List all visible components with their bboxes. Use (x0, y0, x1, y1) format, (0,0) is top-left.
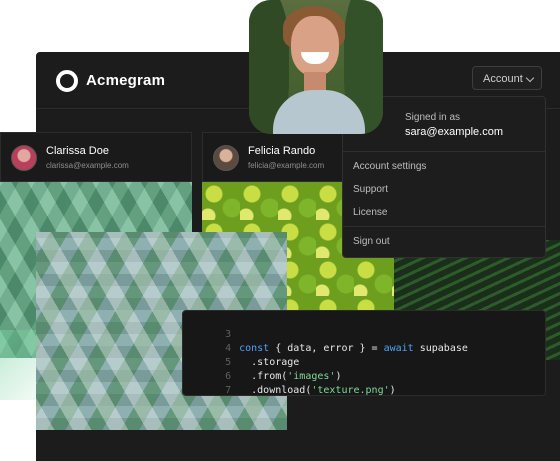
menu-divider (343, 151, 545, 152)
code-line: 5 .storage (183, 342, 299, 368)
code-text: ) (389, 385, 396, 396)
code-line: 4 const { data, error } = await supabase (183, 328, 468, 354)
user-card[interactable]: Clarissa Doe clarissa@example.com (0, 132, 192, 182)
menu-item-sign-out[interactable]: Sign out (353, 236, 390, 247)
user-email: felicia@example.com (248, 161, 325, 170)
signed-in-email: sara@example.com (405, 126, 503, 138)
menu-item-license[interactable]: License (353, 207, 387, 218)
menu-item-support[interactable]: Support (353, 184, 388, 195)
chevron-down-icon (525, 73, 535, 83)
avatar (213, 145, 239, 171)
code-string: 'texture.png' (311, 385, 390, 396)
code-keyword: await (383, 343, 414, 354)
user-email: clarissa@example.com (46, 161, 129, 170)
profile-photo (249, 0, 383, 134)
user-name: Clarissa Doe (46, 145, 109, 157)
user-name: Felicia Rando (248, 145, 316, 157)
code-line: 6 .from('images') (183, 356, 341, 382)
app-title: Acmegram (86, 72, 166, 89)
avatar (11, 145, 37, 171)
code-snippet: 3 4 const { data, error } = await supabas… (182, 310, 546, 396)
logo-icon (56, 70, 78, 92)
code-text: supabase (413, 343, 468, 354)
account-button-label: Account (483, 73, 523, 85)
code-line: 3 (183, 314, 239, 340)
menu-divider (343, 226, 545, 227)
code-line: 7 .download('texture.png') (183, 370, 396, 396)
account-button[interactable]: Account (472, 66, 542, 90)
signed-in-label: Signed in as (405, 112, 461, 123)
line-number: 7 (225, 385, 232, 396)
code-text: .download( (239, 385, 312, 396)
menu-item-account-settings[interactable]: Account settings (353, 161, 426, 172)
